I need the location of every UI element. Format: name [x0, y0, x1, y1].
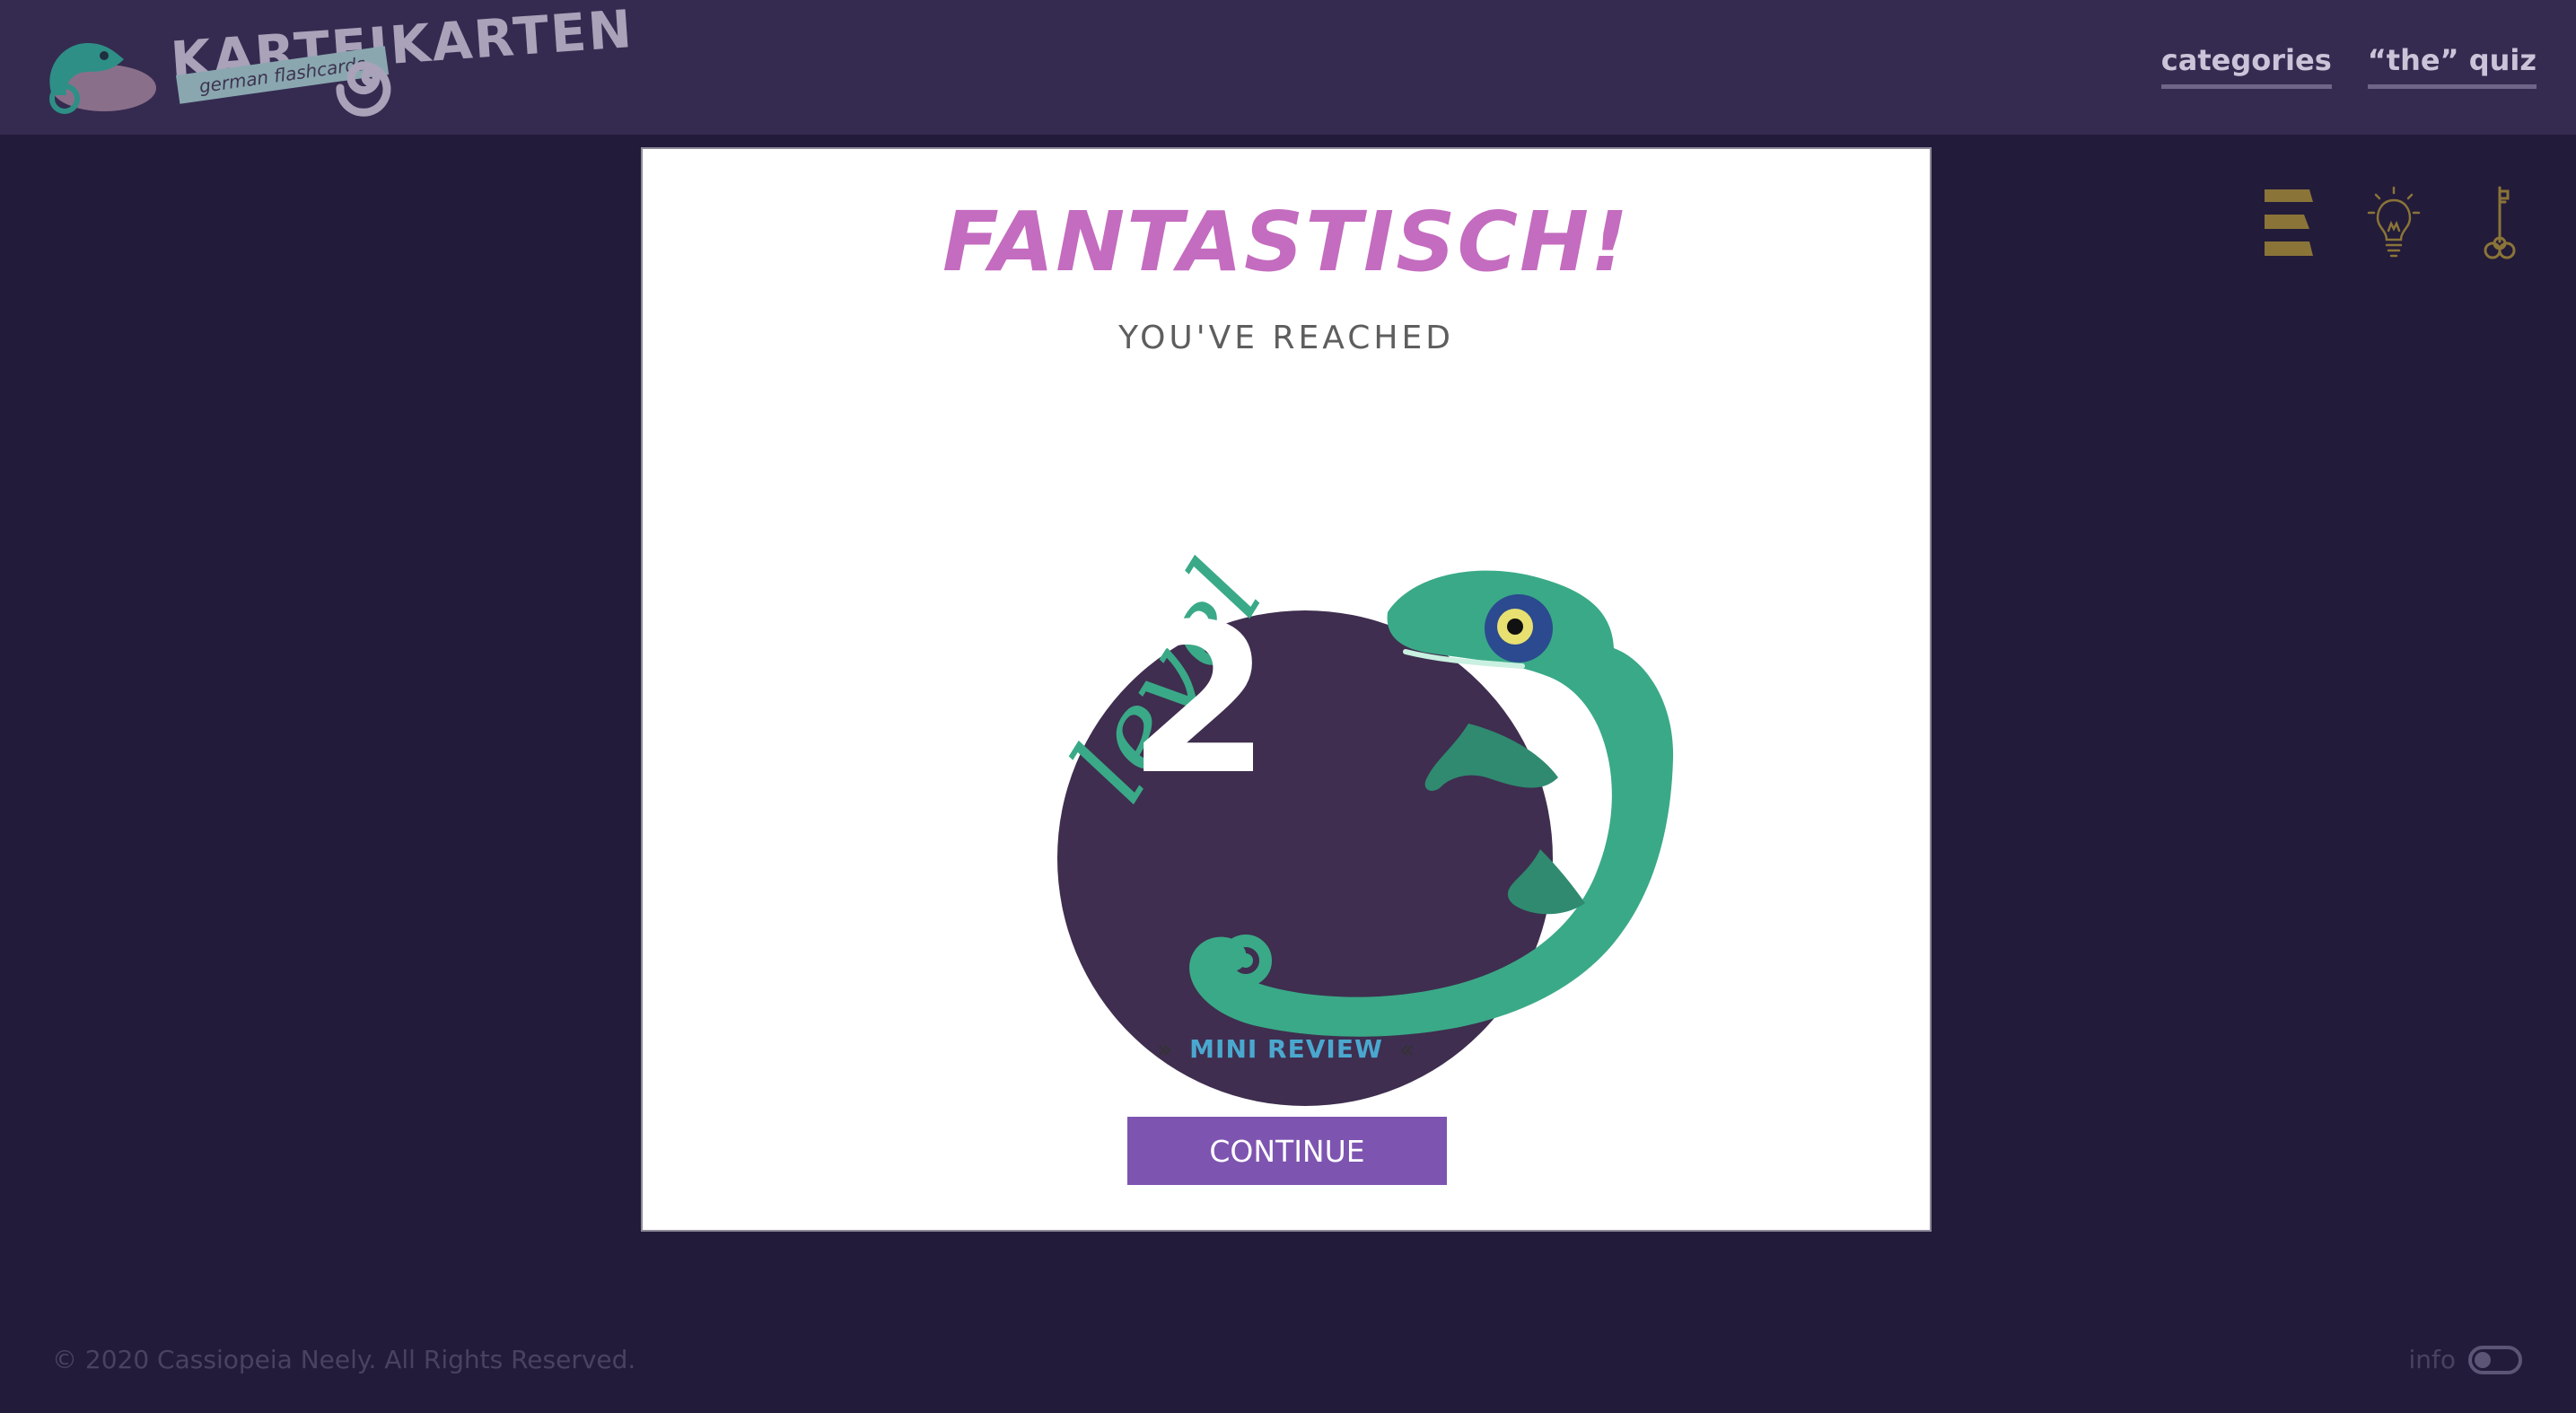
double-chevron-right-icon: » — [1157, 1034, 1174, 1064]
continue-button[interactable]: CONTINUE — [1127, 1117, 1447, 1185]
double-chevron-left-icon: « — [1398, 1034, 1415, 1064]
chameleon-logo-icon — [49, 43, 156, 114]
level-badge-illustration: level — [1047, 541, 1674, 1106]
info-toggle[interactable] — [2468, 1345, 2522, 1374]
top-header: KARTEIKARTEN german flashcards categorie… — [0, 0, 2576, 135]
copyright-text: © 2020 Cassiopeia Neely. All Rights Rese… — [52, 1345, 636, 1374]
level-up-dialog: FANTASTISCH! YOU'VE REACHED level 2 » MIN… — [641, 147, 1932, 1232]
key-icon — [2484, 186, 2516, 259]
dialog-title: FANTASTISCH! — [942, 194, 1630, 290]
tool-bar — [2256, 180, 2531, 269]
info-label: info — [2408, 1345, 2456, 1374]
nav-categories-link[interactable]: categories — [2160, 43, 2332, 89]
toggle-knob — [2475, 1351, 2491, 1368]
key-button[interactable] — [2468, 180, 2531, 269]
flashcard-stack-icon — [2265, 189, 2313, 256]
dialog-subtitle: YOU'VE REACHED — [1118, 320, 1454, 356]
spiral-tail-icon — [336, 61, 391, 117]
level-number: 2 — [1126, 581, 1272, 821]
nav-quiz-link[interactable]: “the” quiz — [2367, 43, 2537, 89]
hint-button[interactable] — [2362, 180, 2425, 269]
lightbulb-icon — [2367, 186, 2421, 258]
flashcard-stack-button[interactable] — [2256, 180, 2319, 269]
mini-review-label: MINI REVIEW — [1189, 1034, 1383, 1064]
mini-review-link[interactable]: » MINI REVIEW « — [643, 1034, 1930, 1064]
info-toggle-group: info — [2408, 1345, 2522, 1374]
brand-logo[interactable]: KARTEIKARTEN german flashcards — [34, 0, 635, 117]
main-nav: categories “the” quiz — [2160, 43, 2537, 89]
